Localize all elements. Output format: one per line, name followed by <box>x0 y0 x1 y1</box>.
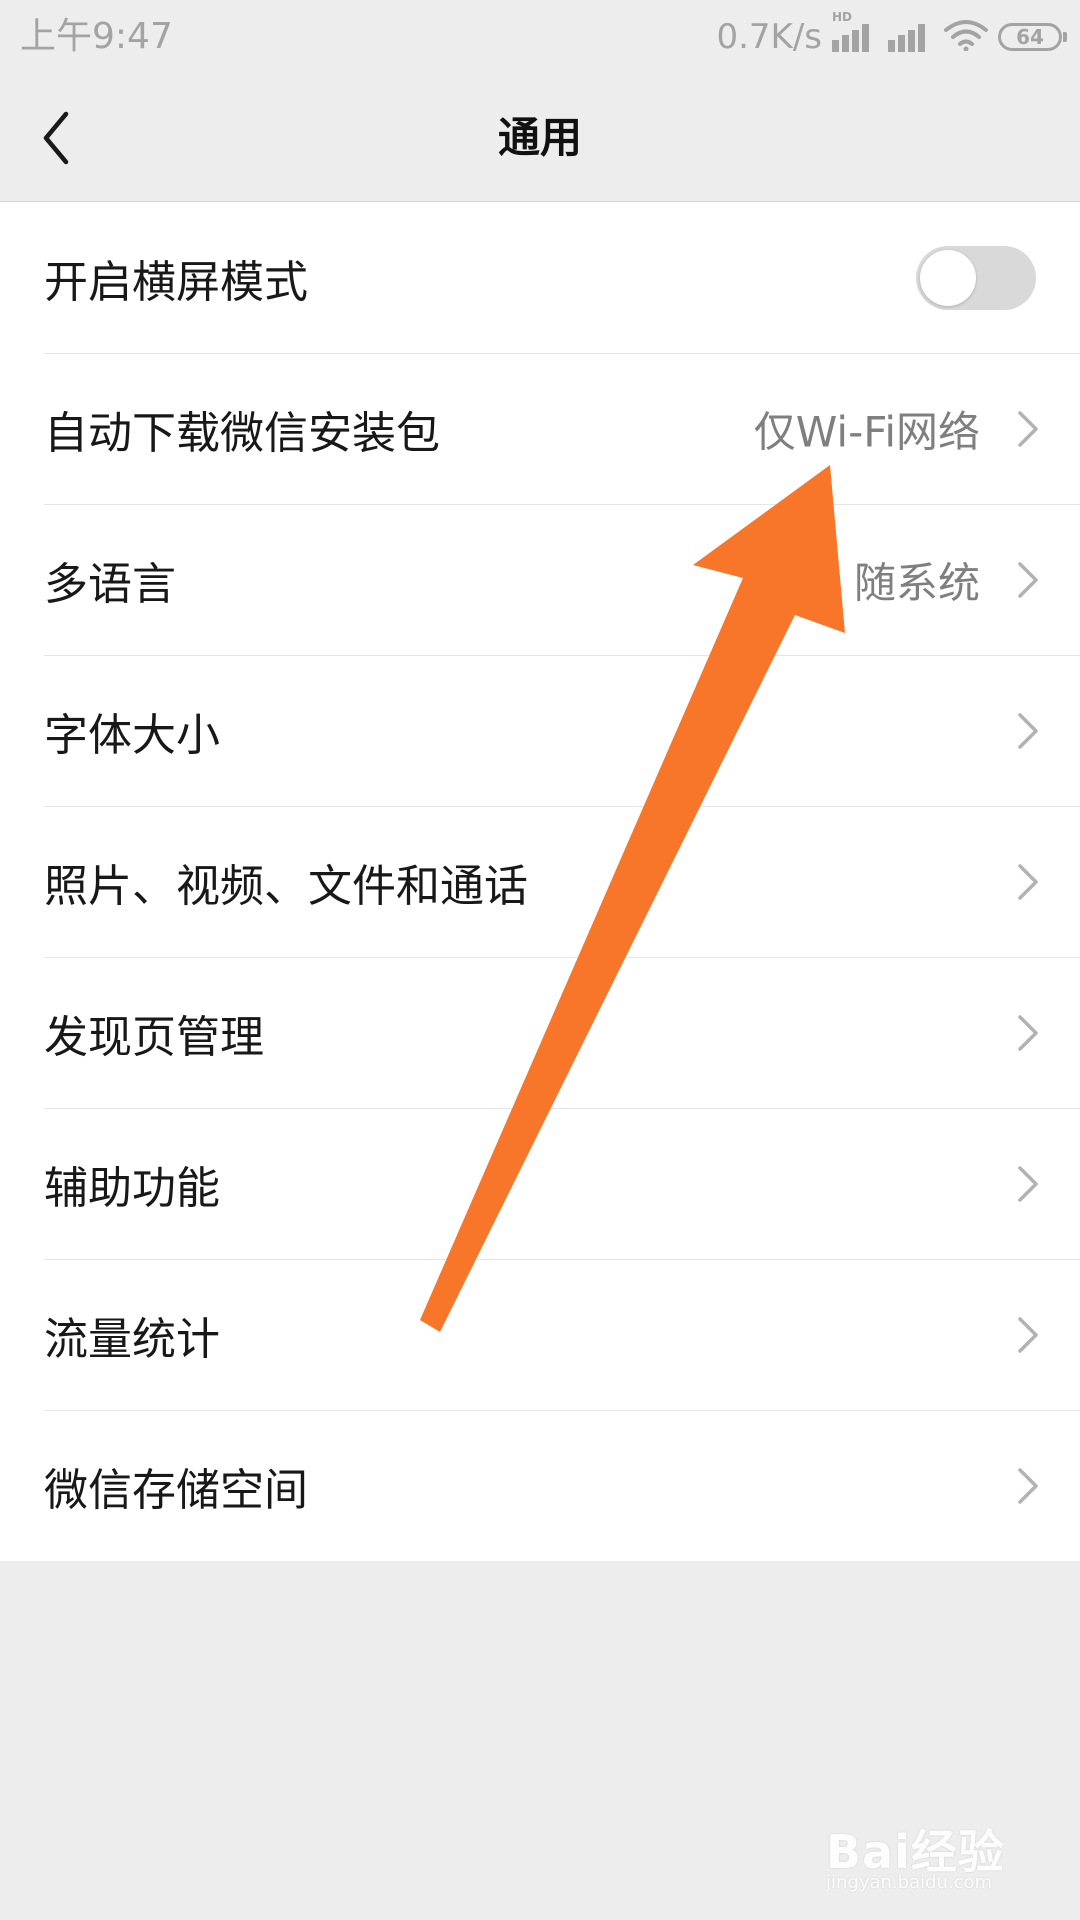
setting-auto-download-package[interactable]: 自动下载微信安装包 仅Wi-Fi网络 <box>0 353 1080 504</box>
toggle-knob <box>920 249 976 306</box>
chevron-right-icon <box>1018 863 1038 900</box>
status-time: 上午9:47 <box>20 16 173 57</box>
setting-label: 微信存储空间 <box>44 1464 308 1516</box>
chevron-right-icon <box>1018 561 1038 598</box>
hd-badge: HD <box>832 10 853 24</box>
chevron-right-icon <box>1018 410 1038 447</box>
watermark-url: jingyan.baidu.com <box>826 1872 993 1893</box>
setting-media-files-calls[interactable]: 照片、视频、文件和通话 <box>0 806 1080 957</box>
setting-discover-management[interactable]: 发现页管理 <box>0 957 1080 1108</box>
chevron-right-icon <box>1018 1165 1038 1202</box>
signal-icon: HD <box>832 10 878 52</box>
signal-icon <box>888 22 934 52</box>
setting-data-usage[interactable]: 流量统计 <box>0 1259 1080 1410</box>
setting-label: 字体大小 <box>44 709 220 761</box>
nav-bar: 通用 <box>0 74 1080 202</box>
settings-list: 开启横屏模式 自动下载微信安装包 仅Wi-Fi网络 多语言 随系统 字体大小 照… <box>0 202 1080 1561</box>
status-bar: 上午9:47 0.7K/s HD 64 <box>0 0 1080 74</box>
landscape-toggle[interactable] <box>916 245 1036 310</box>
setting-language[interactable]: 多语言 随系统 <box>0 504 1080 655</box>
setting-storage[interactable]: 微信存储空间 <box>0 1410 1080 1561</box>
network-speed: 0.7K/s <box>716 17 822 57</box>
setting-value: 仅Wi-Fi网络 <box>753 407 980 456</box>
setting-landscape-mode[interactable]: 开启横屏模式 <box>0 202 1080 353</box>
setting-label: 流量统计 <box>44 1313 220 1365</box>
setting-value: 随系统 <box>853 558 980 607</box>
setting-font-size[interactable]: 字体大小 <box>0 655 1080 806</box>
setting-label: 自动下载微信安装包 <box>44 407 440 459</box>
status-icons: 0.7K/s HD 64 <box>716 10 1067 60</box>
page-title: 通用 <box>497 113 582 162</box>
battery-icon: 64 <box>998 23 1067 51</box>
wifi-icon <box>944 19 988 55</box>
chevron-right-icon <box>1018 1467 1038 1504</box>
chevron-right-icon <box>1018 712 1038 749</box>
chevron-right-icon <box>1018 1316 1038 1353</box>
setting-accessibility[interactable]: 辅助功能 <box>0 1108 1080 1259</box>
chevron-right-icon <box>1018 1014 1038 1051</box>
watermark: Bai经验 jingyan.baidu.com <box>826 1800 1026 1893</box>
setting-label: 开启横屏模式 <box>44 256 308 308</box>
setting-label: 多语言 <box>44 558 176 610</box>
setting-label: 发现页管理 <box>44 1011 264 1063</box>
setting-label: 辅助功能 <box>44 1162 220 1214</box>
setting-label: 照片、视频、文件和通话 <box>44 860 528 912</box>
